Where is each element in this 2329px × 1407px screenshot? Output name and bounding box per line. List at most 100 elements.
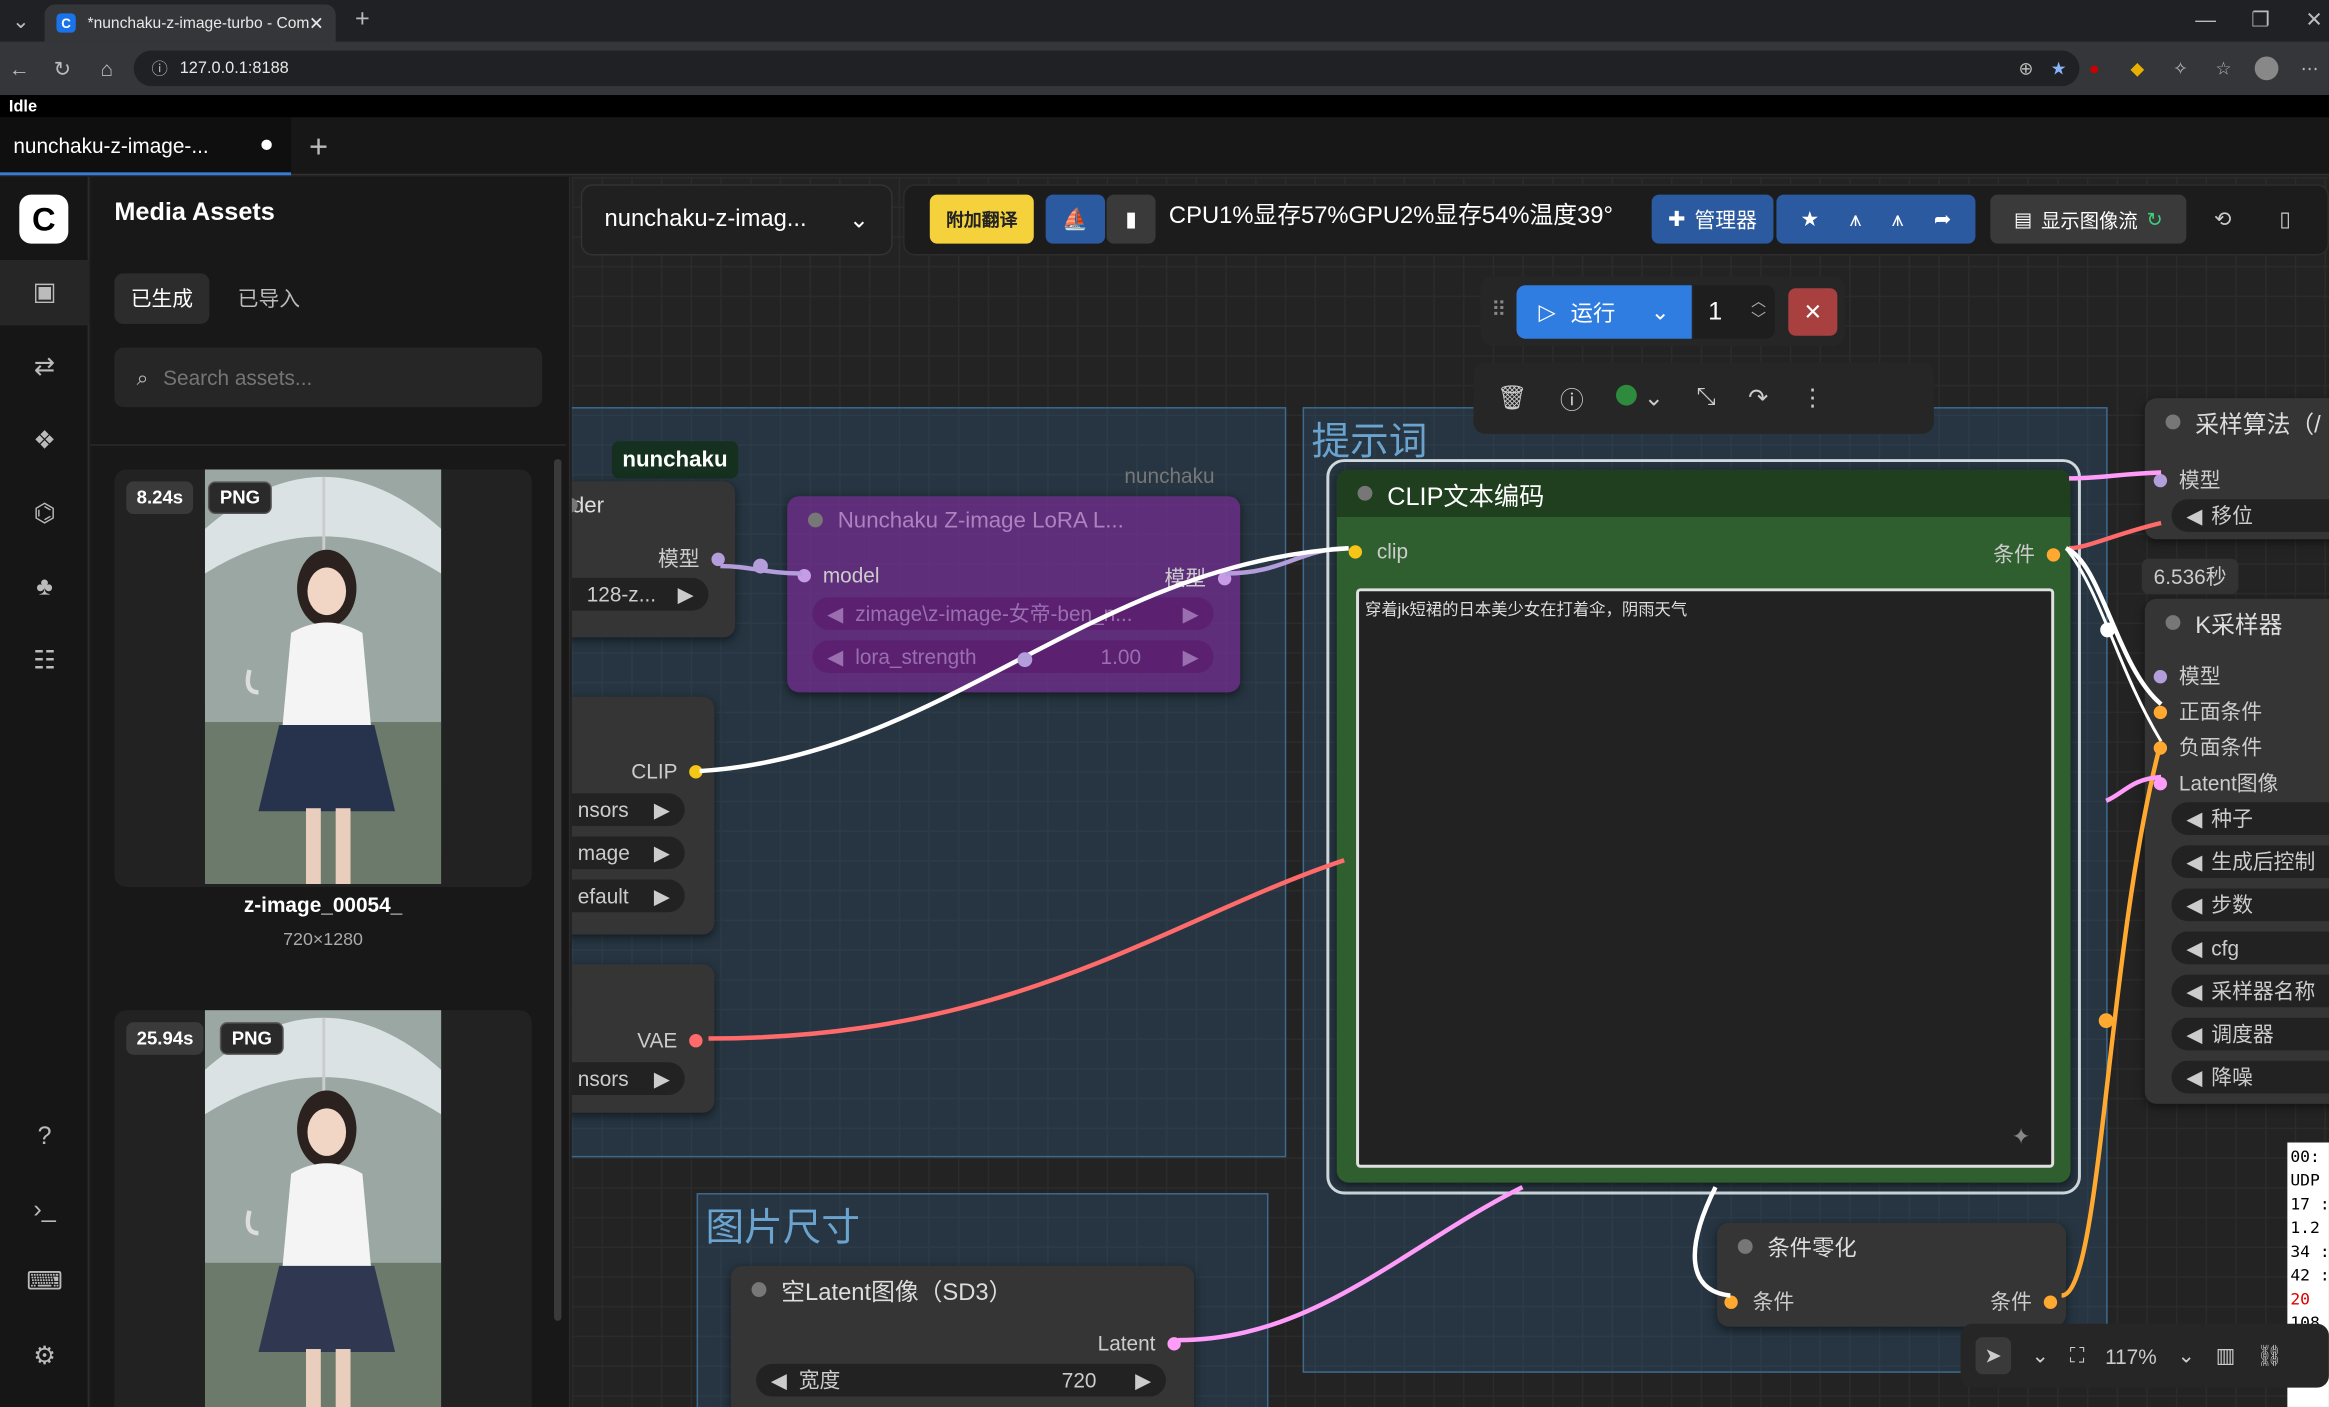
link-latent [1177, 1185, 1524, 1343]
workflow-name: nunchaku-z-imag... [604, 206, 807, 232]
browser-tab-strip: ⌄ C *nunchaku-z-image-turbo - Comfy ✕ + … [0, 0, 2329, 42]
button-label: 运行 [1570, 300, 1616, 327]
search-box[interactable]: ⌕ [114, 347, 543, 408]
terminal-icon[interactable]: ›_ [0, 1177, 89, 1242]
girl-umbrella-image [204, 469, 442, 884]
fit-view-icon[interactable]: ⛶ [2070, 1343, 2085, 1368]
queue-icon[interactable]: ☷ [0, 628, 89, 693]
duration-badge: 8.24s [126, 481, 194, 515]
link-visibility-icon[interactable]: ⛓ [2256, 1343, 2282, 1368]
divider [90, 444, 566, 446]
workflows-icon[interactable]: ⌬ [0, 481, 89, 546]
workflow-tab[interactable]: nunchaku-z-image-... [0, 117, 292, 176]
run-button[interactable]: ▷ 运行 ⌄ [1516, 285, 1692, 339]
media-assets-icon[interactable]: ▣ [0, 259, 90, 326]
model-library-icon[interactable]: ❖ [0, 409, 89, 474]
manager-button[interactable]: ✚ 管理器 [1651, 194, 1774, 244]
chevron-down-icon[interactable]: ⌄ [2031, 1343, 2048, 1368]
toggle-panel-icon[interactable]: ▯ [2261, 195, 2310, 244]
tab-list-icon[interactable]: ⌄ [6, 6, 36, 36]
window-close-icon[interactable]: ✕ [2299, 4, 2329, 34]
system-stats: CPU1%显存57%GPU2%显存54%温度39° [1168, 203, 1613, 229]
close-tab-icon[interactable]: ✕ [309, 13, 324, 34]
graph-canvas[interactable]: 提示词 图片尺寸 nunchaku der 模型 128-z... ▶ CLIP … [571, 176, 2329, 1407]
side-icon-bar: C ▣ ⇄ ❖ ⌬ ♣ ☷ ? ›_ ⌨ ⚙ [0, 176, 90, 1407]
share-icon[interactable]: ➦ [1934, 207, 1951, 232]
reload-icon[interactable]: ↻ [48, 53, 78, 83]
ublock-icon[interactable]: ● [2082, 56, 2106, 80]
history-icon[interactable]: ⟲ [2198, 195, 2247, 244]
asset-thumbnail [204, 1010, 442, 1407]
asset-card[interactable]: 25.94s PNG [114, 1010, 532, 1407]
templates-icon[interactable]: ♣ [0, 554, 89, 619]
format-badge: PNG [219, 1022, 284, 1055]
link-vae [708, 858, 1345, 1041]
browser-tab[interactable]: C *nunchaku-z-image-turbo - Comfy ✕ [44, 4, 336, 42]
status-bar: Idle [0, 95, 2329, 118]
address-bar[interactable]: ⓘ 127.0.0.1:8188 ⊕ ★ [133, 50, 2080, 87]
keyboard-icon[interactable]: ⌨ [0, 1249, 89, 1314]
restore-icon[interactable]: ❐ [2246, 4, 2276, 34]
workflow-name-dropdown[interactable]: nunchaku-z-imag... ⌄ [580, 184, 893, 256]
model-2-icon[interactable]: ⩚ [1892, 207, 1904, 232]
translate-button[interactable]: 附加翻译 [929, 194, 1034, 244]
minimize-icon[interactable]: — [2191, 4, 2221, 34]
star-icon[interactable]: ★ [1801, 207, 1820, 232]
panel-scrollbar[interactable] [554, 459, 562, 1321]
comfy-logo-icon[interactable]: C [19, 194, 69, 244]
new-tab-icon[interactable]: + [348, 4, 378, 34]
back-icon[interactable]: ← [4, 53, 34, 83]
tab-generated[interactable]: 已生成 [114, 273, 210, 324]
button-label: 管理器 [1694, 207, 1757, 232]
site-info-icon[interactable]: ⓘ [152, 56, 168, 80]
more-menu-icon[interactable]: ⋯ [2298, 56, 2322, 80]
favorites-icon[interactable]: ☆ [2212, 56, 2236, 80]
select-tool-icon[interactable]: ➤ [1975, 1337, 2011, 1375]
chevron-down-icon[interactable]: ⌄ [2178, 1343, 2195, 1368]
model-icon[interactable]: ⩚ [1850, 207, 1862, 232]
stepper-icon[interactable]: ︿ ﹀ [1751, 294, 1766, 330]
settings-gear-icon[interactable]: ⚙ [0, 1324, 89, 1389]
asset-thumbnail [204, 469, 442, 884]
batch-count-input[interactable]: 1 ︿ ﹀ [1693, 285, 1775, 339]
panel-title: Media Assets [114, 197, 275, 226]
puzzle-icon: ✚ [1668, 206, 1686, 231]
status-text: Idle [8, 97, 38, 116]
zoom-level[interactable]: 117% [2105, 1344, 2157, 1368]
asset-name: z-image_00054_ [243, 892, 403, 917]
workflow-tabs [0, 117, 2329, 176]
search-input[interactable] [163, 365, 490, 390]
chevron-down-icon: ⌄ [848, 207, 869, 234]
minimap-icon[interactable]: ▥ [2216, 1343, 2236, 1368]
image-icon: ▤ [2013, 207, 2033, 230]
bookmark-icon[interactable]: ▮ [1106, 194, 1156, 244]
help-icon[interactable]: ? [0, 1104, 89, 1169]
girl-umbrella-image [204, 1010, 442, 1407]
tab-imported[interactable]: 已导入 [221, 273, 316, 324]
home-icon[interactable]: ⌂ [92, 53, 122, 83]
node-links [699, 470, 2164, 1343]
format-badge: PNG [207, 481, 272, 515]
link-lora-model [1225, 545, 1349, 576]
profile-avatar[interactable] [2254, 56, 2279, 81]
asset-size: 720×1280 [283, 928, 363, 950]
puzzle-icon[interactable]: ✧ [2169, 56, 2193, 80]
chevron-down-icon: ⌄ [1650, 300, 1670, 326]
workflow-tab-title: nunchaku-z-image-... [13, 132, 209, 157]
drag-handle-icon[interactable]: ⠿ [1491, 297, 1506, 322]
batch-count-value: 1 [1708, 297, 1723, 326]
bookmark-star-icon[interactable]: ★ [2047, 56, 2071, 80]
manager-actions: ★ ⩚ ⩚ ➦ [1776, 194, 1976, 244]
cancel-run-icon[interactable]: ✕ [1788, 288, 1838, 336]
new-workflow-icon[interactable]: + [309, 128, 328, 167]
node-library-icon[interactable]: ⇄ [0, 334, 89, 399]
extension-icon[interactable]: ◆ [2125, 56, 2149, 80]
duration-badge: 25.94s [126, 1022, 204, 1055]
zoom-icon[interactable]: ⊕ [2014, 56, 2038, 80]
show-image-flow-button[interactable]: ▤ 显示图像流 ↻ [1990, 194, 2187, 244]
asset-card[interactable]: 8.24s PNG z-image_00054_ 720×1280 [114, 469, 532, 949]
link-red2 [2068, 520, 2162, 551]
url-text: 127.0.0.1:8188 [179, 59, 289, 78]
sail-icon[interactable]: ⛵ [1045, 194, 1106, 244]
button-label: 显示图像流 [2041, 209, 2138, 232]
